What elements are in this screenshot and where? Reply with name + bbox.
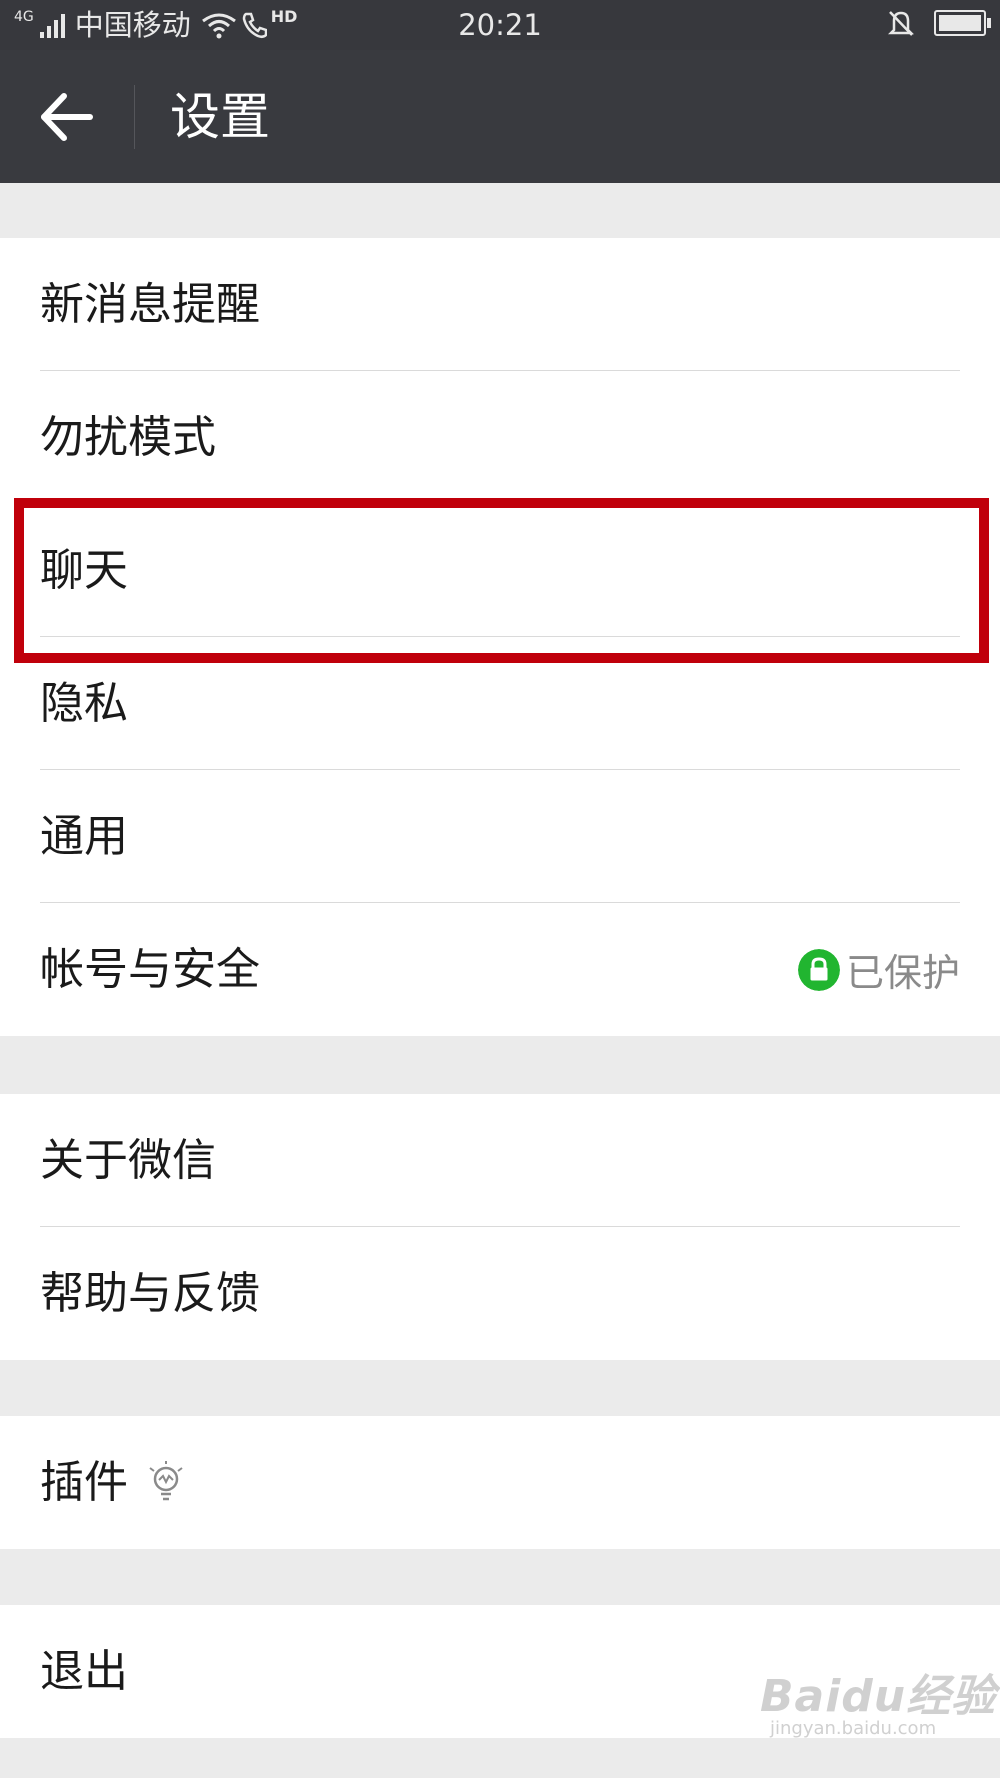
settings-item-label: 帮助与反馈 [40, 1268, 260, 1319]
watermark-sub: jingyan.baidu.com [770, 1718, 937, 1739]
settings-item-label: 关于微信 [40, 1135, 216, 1186]
settings-item-label: 插件 [40, 1457, 128, 1508]
protection-status-text: 已保护 [845, 951, 960, 995]
arrow-left-icon[interactable] [36, 86, 98, 148]
settings-item-plugins[interactable]: 插件 [0, 1416, 1000, 1549]
header-divider [134, 85, 135, 149]
lock-icon [797, 948, 840, 991]
settings-item-label: 通用 [40, 811, 128, 862]
settings-item-label: 退出 [40, 1646, 128, 1697]
status-time: 20:21 [458, 8, 542, 42]
status-right [886, 8, 991, 38]
settings-item-label: 新消息提醒 [40, 279, 260, 330]
settings-item-account-security[interactable]: 帐号与安全 已保护 [0, 903, 1000, 1036]
lightbulb-icon [149, 1461, 183, 1501]
page-title: 设置 [170, 88, 270, 146]
watermark-main: Baidu经验 [760, 1671, 997, 1722]
action-bar: 设置 [0, 50, 1000, 183]
battery-icon [934, 10, 991, 36]
account-protection-status: 已保护 [797, 903, 960, 1036]
settings-item-help-feedback[interactable]: 帮助与反馈 [0, 1227, 1000, 1360]
baidu-watermark: Baidu经验 jingyan.baidu.com [760, 1660, 997, 1739]
settings-item-label: 勿扰模式 [40, 412, 216, 463]
settings-item-general[interactable]: 通用 [0, 770, 1000, 903]
settings-item-about-wechat[interactable]: 关于微信 [0, 1094, 1000, 1227]
bell-off-icon [887, 11, 915, 36]
settings-group-about: 关于微信 帮助与反馈 [0, 1094, 1000, 1360]
settings-group-plugins: 插件 [0, 1416, 1000, 1549]
settings-item-label: 帐号与安全 [40, 944, 260, 995]
status-bar: 4G 中国移动 HD 20:21 [0, 0, 1000, 50]
settings-item-new-message[interactable]: 新消息提醒 [0, 238, 1000, 371]
settings-item-do-not-disturb[interactable]: 勿扰模式 [0, 371, 1000, 504]
highlight-box [14, 498, 989, 663]
